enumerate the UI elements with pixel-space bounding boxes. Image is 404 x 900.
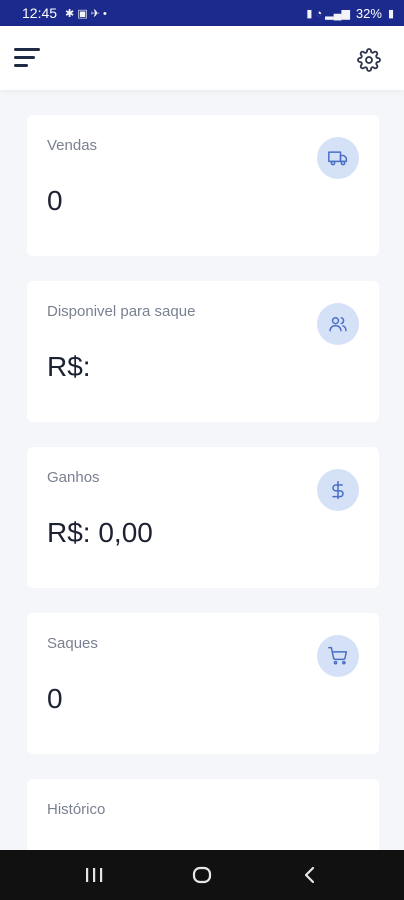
recent-apps-icon (86, 868, 103, 882)
card-label: Saques (47, 635, 98, 652)
card-label: Ganhos (47, 469, 100, 486)
menu-line (14, 56, 35, 59)
home-icon (192, 866, 212, 884)
card-value: 0 (47, 683, 63, 714)
card-label: Disponivel para saque (47, 303, 196, 320)
app-header (0, 26, 404, 90)
status-time: 12:45 (22, 5, 58, 21)
card-saques: Saques 0 (27, 613, 379, 754)
status-bar: 12:45 ✱ ▣ ✈ • ▮ ◔ ▂▄▆ 32% ▮ (0, 0, 404, 26)
battery-icon: ▮ (387, 7, 394, 20)
menu-line (14, 48, 40, 51)
dashboard-content: Vendas 0 Disponivel para saque R$: Ganho… (0, 90, 404, 850)
signal-icons: ▮ ◔ ▂▄▆ (306, 7, 350, 20)
card-value: R$: 0,00 (47, 517, 153, 548)
back-button[interactable] (290, 855, 330, 895)
recent-apps-button[interactable] (74, 855, 114, 895)
users-icon (317, 303, 359, 345)
settings-button[interactable] (357, 48, 381, 72)
battery-percent: 32% (355, 5, 382, 21)
home-button[interactable] (182, 855, 222, 895)
truck-icon (317, 137, 359, 179)
card-value: R$: (47, 351, 91, 382)
hamburger-menu-button[interactable] (14, 48, 40, 68)
card-historico: Histórico (27, 779, 379, 850)
dollar-icon (317, 469, 359, 511)
menu-line (14, 64, 28, 67)
card-label: Histórico (47, 801, 106, 818)
back-icon (304, 866, 315, 884)
card-disponivel: Disponivel para saque R$: (27, 281, 379, 422)
android-nav-bar (0, 850, 404, 900)
card-vendas: Vendas 0 (27, 115, 379, 256)
card-ganhos: Ganhos R$: 0,00 (27, 447, 379, 588)
gear-icon (357, 48, 381, 72)
notification-icons: ✱ ▣ ✈ • (65, 7, 107, 20)
cart-icon (317, 635, 359, 677)
card-value: 0 (47, 185, 63, 216)
card-label: Vendas (47, 137, 98, 154)
